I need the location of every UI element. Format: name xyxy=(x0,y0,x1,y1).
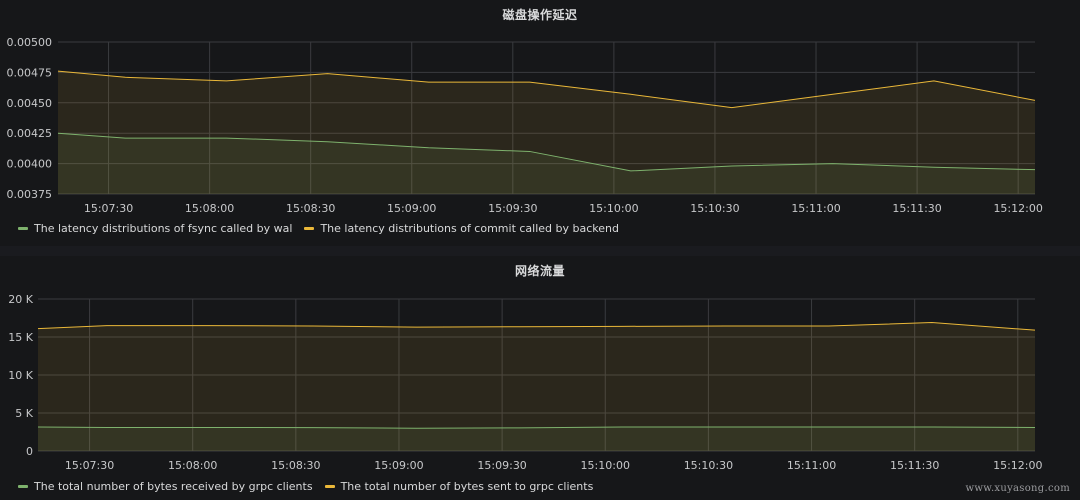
y-tick-label: 5 K xyxy=(15,407,33,420)
legend-label: The total number of bytes received by gr… xyxy=(34,480,313,493)
legend-item-sent[interactable]: The total number of bytes sent to grpc c… xyxy=(324,480,594,493)
x-tick-label: 15:10:00 xyxy=(581,459,630,472)
x-tick-label: 15:09:00 xyxy=(374,459,423,472)
legend-item-fsync[interactable]: The latency distributions of fsync calle… xyxy=(18,222,292,235)
y-tick-label: 15 K xyxy=(8,331,33,344)
x-tick-label: 15:11:30 xyxy=(892,202,941,215)
legend-swatch-icon xyxy=(18,227,28,230)
watermark: www.xuyasong.com xyxy=(965,483,1070,494)
y-tick-label: 10 K xyxy=(8,369,33,382)
disk-latency-chart: 0.00500 0.00475 0.00450 0.00425 0.00400 0.003… xyxy=(7,36,1043,215)
x-tick-label: 15:11:30 xyxy=(890,459,939,472)
legend: The latency distributions of fsync calle… xyxy=(18,222,619,235)
x-tick-label: 15:12:00 xyxy=(993,202,1042,215)
x-tick-label: 15:08:30 xyxy=(286,202,335,215)
x-tick-label: 15:07:30 xyxy=(65,459,114,472)
series-area-1 xyxy=(38,322,1035,451)
network-traffic-chart: 20 K 15 K 10 K 5 K 0 15:07:30 15:08:00 15:08:30… xyxy=(8,293,1042,472)
x-tick-label: 15:08:30 xyxy=(271,459,320,472)
x-tick-label: 15:08:00 xyxy=(168,459,217,472)
series-group xyxy=(37,322,1036,451)
disk-latency-panel: 磁盘操作延迟 0.00500 0.00475 0.00450 0.00425 0.004… xyxy=(0,0,1080,246)
legend-swatch-icon xyxy=(304,227,315,230)
y-tick-label: 0.00375 xyxy=(7,188,53,201)
x-tick-label: 15:09:30 xyxy=(477,459,526,472)
y-tick-label: 0.00425 xyxy=(7,127,53,140)
y-tick-label: 0.00450 xyxy=(7,97,53,110)
legend-label: The total number of bytes sent to grpc c… xyxy=(340,480,594,493)
legend-label: The latency distributions of commit call… xyxy=(320,222,619,235)
x-tick-label: 15:09:30 xyxy=(488,202,537,215)
series-area-1 xyxy=(58,71,1035,194)
legend-label: The latency distributions of fsync calle… xyxy=(34,222,293,235)
series-group xyxy=(57,70,1036,194)
y-tick-label: 0 xyxy=(26,445,33,458)
x-tick-label: 15:12:00 xyxy=(993,459,1042,472)
x-tick-label: 15:11:00 xyxy=(791,202,840,215)
x-tick-label: 15:10:30 xyxy=(684,459,733,472)
y-tick-label: 0.00475 xyxy=(7,66,53,79)
x-tick-label: 15:09:00 xyxy=(387,202,436,215)
y-tick-label: 0.00400 xyxy=(7,158,53,171)
y-tick-label: 20 K xyxy=(8,293,33,306)
legend-item-commit[interactable]: The latency distributions of commit call… xyxy=(304,222,619,235)
x-tick-label: 15:07:30 xyxy=(84,202,133,215)
legend-item-received[interactable]: The total number of bytes received by gr… xyxy=(18,480,313,493)
x-tick-label: 15:11:00 xyxy=(787,459,836,472)
x-tick-label: 15:08:00 xyxy=(185,202,234,215)
y-tick-label: 0.00500 xyxy=(7,36,53,49)
legend-swatch-icon xyxy=(324,485,335,488)
x-tick-label: 15:10:30 xyxy=(690,202,739,215)
legend-swatch-icon xyxy=(18,485,28,488)
legend: The total number of bytes received by gr… xyxy=(18,480,593,493)
network-traffic-panel: 网络流量 20 K 15 K 10 K5 K 0 15:07:30 15:08:00 15:… xyxy=(0,256,1080,500)
x-tick-label: 15:10:00 xyxy=(589,202,638,215)
